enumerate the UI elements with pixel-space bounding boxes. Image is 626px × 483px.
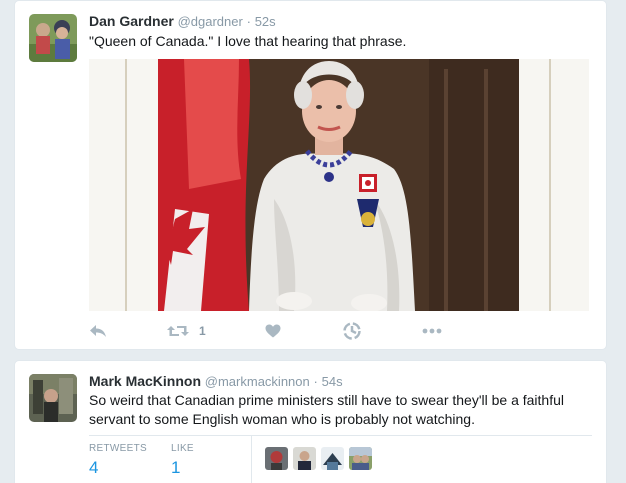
moments-icon	[343, 322, 361, 340]
moments-button[interactable]	[343, 317, 361, 345]
retweets-label: RETWEETS	[89, 443, 147, 454]
more-icon	[422, 328, 442, 334]
tweet-photo[interactable]	[89, 59, 589, 311]
tweet-card[interactable]: Dan Gardner @dgardner · 52s "Queen of Ca…	[14, 0, 607, 350]
heart-icon	[265, 324, 281, 338]
likes-stat[interactable]: LIKE 1	[171, 443, 194, 478]
header-separator: ·	[246, 14, 251, 29]
stats-divider-line	[89, 435, 592, 436]
retweeter-avatar[interactable]	[265, 447, 288, 470]
author-username[interactable]: @dgardner	[178, 14, 243, 29]
more-button[interactable]	[422, 317, 442, 345]
retweets-stat[interactable]: RETWEETS 4	[89, 443, 147, 478]
likes-label: LIKE	[171, 443, 194, 454]
author-username[interactable]: @markmackinnon	[205, 374, 310, 389]
tweet-text: So weird that Canadian prime ministers s…	[89, 392, 565, 427]
author-name[interactable]: Dan Gardner	[89, 13, 174, 29]
retweeter-avatars	[265, 447, 372, 470]
avatar[interactable]	[29, 374, 77, 422]
retweeter-avatar[interactable]	[293, 447, 316, 470]
retweet-icon	[167, 326, 189, 336]
tweet-timestamp[interactable]: 54s	[322, 374, 343, 389]
like-button[interactable]	[265, 317, 281, 345]
tweet-text: "Queen of Canada." I love that hearing t…	[89, 33, 407, 49]
tweet-header: Dan Gardner @dgardner · 52s	[89, 13, 276, 29]
reply-button[interactable]	[89, 317, 107, 345]
header-separator: ·	[313, 374, 318, 389]
tweet-actions: 1	[89, 317, 449, 345]
retweeter-avatar[interactable]	[349, 447, 372, 470]
retweet-count: 1	[199, 324, 206, 338]
avatar[interactable]	[29, 14, 77, 62]
tweet-stats: RETWEETS 4 LIKE 1	[89, 435, 594, 483]
tweet-timestamp[interactable]: 52s	[255, 14, 276, 29]
retweeter-avatar[interactable]	[321, 447, 344, 470]
tweet-card[interactable]: Mark MacKinnon @markmackinnon · 54s So w…	[14, 360, 607, 483]
stats-vertical-divider	[251, 435, 252, 483]
retweet-button[interactable]: 1	[167, 317, 206, 345]
queen-portrait-image	[158, 59, 519, 311]
author-name[interactable]: Mark MacKinnon	[89, 373, 201, 389]
retweets-count: 4	[89, 458, 99, 477]
likes-count: 1	[171, 458, 181, 477]
reply-icon	[90, 325, 106, 337]
tweet-header: Mark MacKinnon @markmackinnon · 54s	[89, 373, 343, 389]
